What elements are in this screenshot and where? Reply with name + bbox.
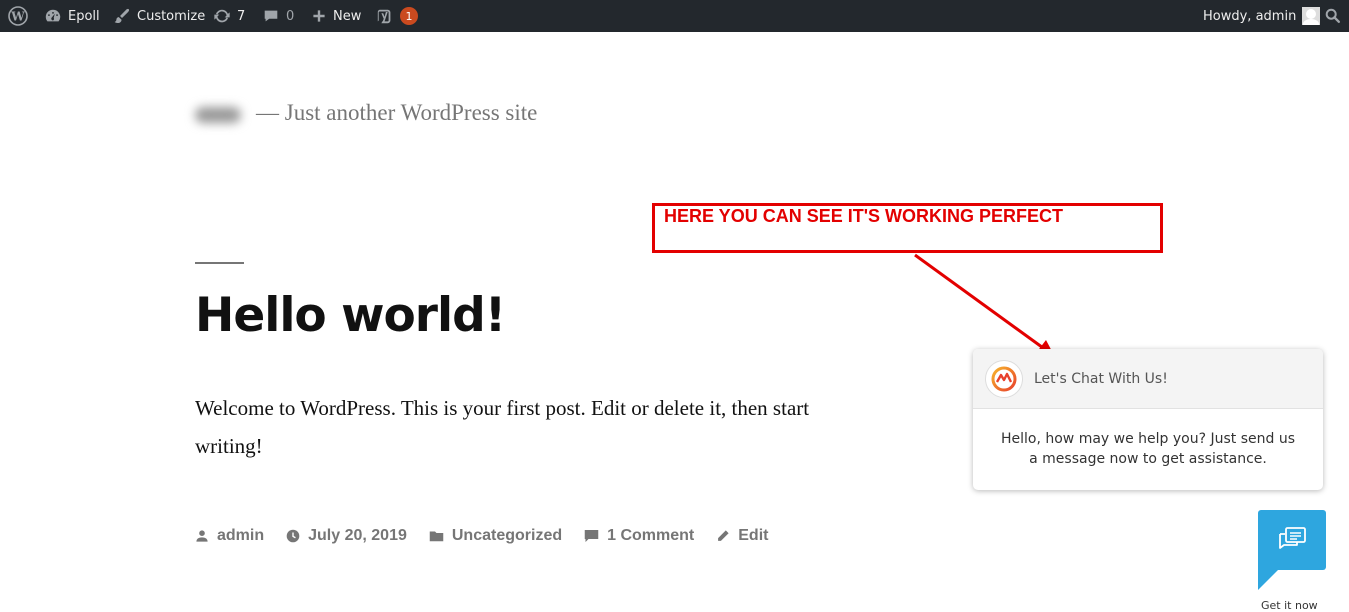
folder-icon — [429, 531, 444, 542]
admin-bar: W Epoll Customize 7 0 New 1 Howdy, admin — [0, 0, 1349, 32]
post-comments-link[interactable]: 1 Comment — [607, 527, 694, 545]
site-name-label: Epoll — [68, 8, 100, 24]
post-date-link[interactable]: July 20, 2019 — [308, 527, 407, 545]
brush-icon — [114, 8, 130, 24]
site-description: — Just another WordPress site — [256, 100, 538, 125]
account-menu[interactable]: Howdy, admin — [1203, 0, 1321, 32]
annotation-text: HERE YOU CAN SEE IT'S WORKING PERFECT — [664, 206, 1063, 226]
person-icon — [196, 530, 208, 542]
post-edit[interactable]: Edit — [716, 527, 768, 545]
plus-icon — [313, 10, 325, 22]
post-content: Welcome to WordPress. This is your first… — [195, 396, 810, 458]
chat-launcher-button[interactable] — [1258, 510, 1326, 570]
post-title: Hello world! — [195, 288, 506, 343]
comments-button[interactable]: 0 — [262, 0, 294, 32]
howdy-label: Howdy, admin — [1203, 8, 1297, 24]
chat-logo — [985, 359, 1023, 398]
updates-count: 7 — [237, 8, 246, 24]
new-content-button[interactable]: New — [311, 0, 361, 32]
comment-icon — [584, 530, 599, 542]
post-comments[interactable]: 1 Comment — [584, 527, 694, 545]
chat-message: Hello, how may we help you? Just send us… — [1000, 431, 1296, 467]
wordpress-logo-button[interactable]: W — [8, 0, 28, 32]
updates-button[interactable]: 7 — [213, 0, 245, 32]
wordpress-icon: W — [8, 6, 28, 26]
title-divider — [195, 262, 244, 264]
comment-icon — [264, 10, 278, 22]
post-edit-link[interactable]: Edit — [738, 527, 768, 545]
avatar — [1302, 7, 1321, 25]
post-category-link[interactable]: Uncategorized — [452, 527, 562, 545]
post-meta: admin July 20, 2019 Uncategorized 1 Comm… — [195, 524, 790, 548]
dashboard-icon — [45, 9, 61, 22]
post-category[interactable]: Uncategorized — [429, 527, 562, 545]
site-name-menu[interactable]: Epoll — [44, 0, 100, 32]
clock-icon — [286, 529, 300, 543]
updates-icon — [214, 9, 230, 23]
chat-cta-label[interactable]: Get it now — [1261, 599, 1318, 612]
chat-bubbles-icon — [1279, 527, 1306, 549]
chat-brand-icon — [991, 366, 1017, 391]
post-author[interactable]: admin — [195, 527, 264, 545]
customize-label: Customize — [137, 8, 206, 24]
new-label: New — [333, 8, 362, 24]
search-icon — [1325, 8, 1341, 24]
comments-count: 0 — [286, 8, 295, 24]
yoast-seo-icon — [377, 9, 391, 24]
site-title-blurred[interactable] — [195, 101, 255, 129]
chat-header: Let's Chat With Us! — [973, 349, 1323, 409]
svg-text:W: W — [10, 10, 25, 24]
pencil-icon — [718, 530, 729, 541]
seo-notification-badge: 1 — [400, 7, 418, 25]
customize-button[interactable]: Customize — [113, 0, 205, 32]
chat-popup[interactable]: Let's Chat With Us! Hello, how may we he… — [973, 349, 1323, 490]
search-button[interactable] — [1324, 0, 1342, 32]
chat-title: Let's Chat With Us! — [1034, 370, 1168, 387]
post-author-link[interactable]: admin — [217, 527, 264, 545]
seo-menu-button[interactable]: 1 — [376, 0, 418, 32]
post-date[interactable]: July 20, 2019 — [286, 527, 407, 545]
chat-launcher-tail — [1258, 568, 1280, 590]
